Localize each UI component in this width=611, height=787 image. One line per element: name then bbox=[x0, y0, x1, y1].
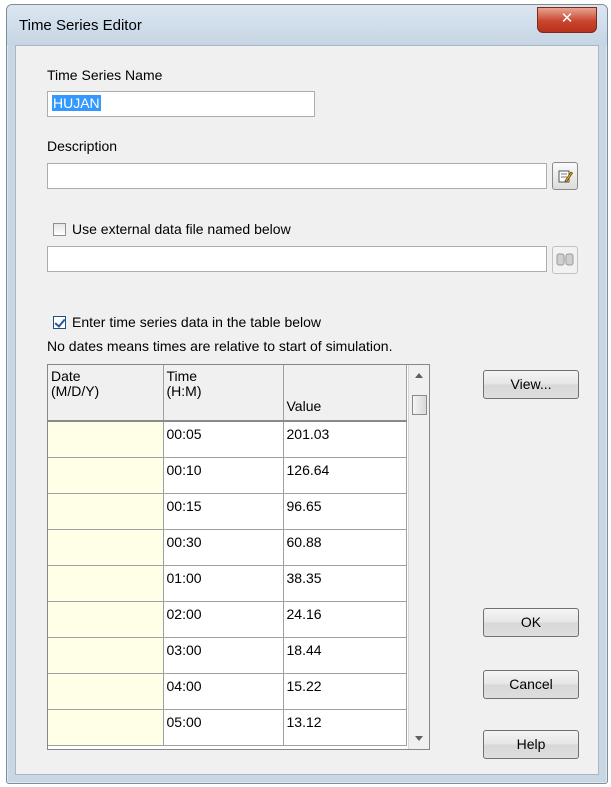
date-cell[interactable] bbox=[48, 565, 164, 602]
column-header-time[interactable]: Time (H:M) bbox=[163, 365, 284, 422]
use-external-file-label: Use external data file named below bbox=[72, 221, 291, 237]
date-cell[interactable] bbox=[48, 601, 164, 638]
table-row: 03:00 18.44 bbox=[48, 637, 407, 674]
time-series-editor-dialog: Time Series Editor ✕ Time Series Name HU… bbox=[6, 4, 608, 784]
date-header-line1: Date bbox=[51, 368, 81, 384]
time-series-name-label: Time Series Name bbox=[47, 67, 163, 83]
column-header-date[interactable]: Date (M/D/Y) bbox=[48, 365, 164, 422]
time-header-line2: (H:M) bbox=[166, 383, 202, 399]
close-button[interactable]: ✕ bbox=[537, 7, 597, 33]
browse-file-button[interactable] bbox=[552, 246, 578, 274]
use-external-file-checkbox[interactable] bbox=[53, 223, 66, 236]
time-cell[interactable]: 04:00 bbox=[163, 673, 284, 710]
date-header-line2: (M/D/Y) bbox=[51, 383, 100, 399]
table-header-row: Date (M/D/Y) Time (H:M) Value bbox=[48, 365, 407, 422]
description-label: Description bbox=[47, 138, 118, 154]
time-cell[interactable]: 00:05 bbox=[163, 421, 284, 458]
table-row: 00:05 201.03 bbox=[48, 421, 407, 458]
enter-table-data-checkbox[interactable] bbox=[53, 316, 66, 329]
time-header-line1: Time bbox=[166, 368, 198, 384]
date-cell[interactable] bbox=[48, 529, 164, 566]
date-cell[interactable] bbox=[48, 493, 164, 530]
time-series-name-input[interactable]: HUJAN bbox=[47, 91, 315, 117]
dialog-body: Time Series Name HUJAN Description Use e… bbox=[15, 45, 599, 775]
table-row: 01:00 38.35 bbox=[48, 565, 407, 602]
time-series-name-value: HUJAN bbox=[52, 95, 101, 111]
dialog-title: Time Series Editor bbox=[19, 17, 142, 34]
table-row: 05:00 13.12 bbox=[48, 709, 407, 746]
value-cell[interactable]: 13.12 bbox=[283, 709, 407, 746]
time-cell[interactable]: 00:15 bbox=[163, 493, 284, 530]
scroll-down-arrow-icon[interactable] bbox=[415, 736, 423, 741]
table-row: 00:30 60.88 bbox=[48, 529, 407, 566]
date-cell[interactable] bbox=[48, 637, 164, 674]
value-cell[interactable]: 38.35 bbox=[283, 565, 407, 602]
relative-time-note: No dates means times are relative to sta… bbox=[47, 338, 393, 354]
value-cell[interactable]: 15.22 bbox=[283, 673, 407, 710]
date-cell[interactable] bbox=[48, 673, 164, 710]
scroll-up-arrow-icon[interactable] bbox=[415, 373, 423, 378]
value-cell[interactable]: 24.16 bbox=[283, 601, 407, 638]
close-icon: ✕ bbox=[560, 10, 574, 27]
time-cell[interactable]: 01:00 bbox=[163, 565, 284, 602]
title-bar[interactable]: Time Series Editor ✕ bbox=[7, 5, 607, 45]
table-row: 02:00 24.16 bbox=[48, 601, 407, 638]
date-cell[interactable] bbox=[48, 709, 164, 746]
time-cell[interactable]: 00:30 bbox=[163, 529, 284, 566]
time-cell[interactable]: 03:00 bbox=[163, 637, 284, 674]
date-cell[interactable] bbox=[48, 457, 164, 494]
column-header-value[interactable]: Value bbox=[283, 365, 407, 422]
value-cell[interactable]: 96.65 bbox=[283, 493, 407, 530]
value-cell[interactable]: 60.88 bbox=[283, 529, 407, 566]
help-button[interactable]: Help bbox=[483, 730, 579, 759]
ok-button[interactable]: OK bbox=[483, 608, 579, 637]
external-file-input[interactable] bbox=[47, 246, 547, 272]
value-cell[interactable]: 126.64 bbox=[283, 457, 407, 494]
binoculars-browse-icon bbox=[556, 253, 574, 266]
table-row: 00:10 126.64 bbox=[48, 457, 407, 494]
value-cell[interactable]: 201.03 bbox=[283, 421, 407, 458]
value-cell[interactable]: 18.44 bbox=[283, 637, 407, 674]
table-row: 00:15 96.65 bbox=[48, 493, 407, 530]
time-cell[interactable]: 05:00 bbox=[163, 709, 284, 746]
description-input[interactable] bbox=[47, 163, 547, 189]
view-button[interactable]: View... bbox=[483, 370, 579, 399]
table-vertical-scrollbar[interactable] bbox=[408, 365, 429, 749]
time-series-table[interactable]: Date (M/D/Y) Time (H:M) Value 00:05 201.… bbox=[47, 364, 430, 750]
cancel-button[interactable]: Cancel bbox=[483, 670, 579, 699]
time-cell[interactable]: 02:00 bbox=[163, 601, 284, 638]
enter-table-data-label: Enter time series data in the table belo… bbox=[72, 314, 322, 330]
scroll-thumb[interactable] bbox=[412, 395, 427, 415]
pencil-edit-icon bbox=[558, 170, 573, 183]
time-cell[interactable]: 00:10 bbox=[163, 457, 284, 494]
edit-description-button[interactable] bbox=[552, 162, 578, 190]
date-cell[interactable] bbox=[48, 421, 164, 458]
table-row: 04:00 15.22 bbox=[48, 673, 407, 710]
